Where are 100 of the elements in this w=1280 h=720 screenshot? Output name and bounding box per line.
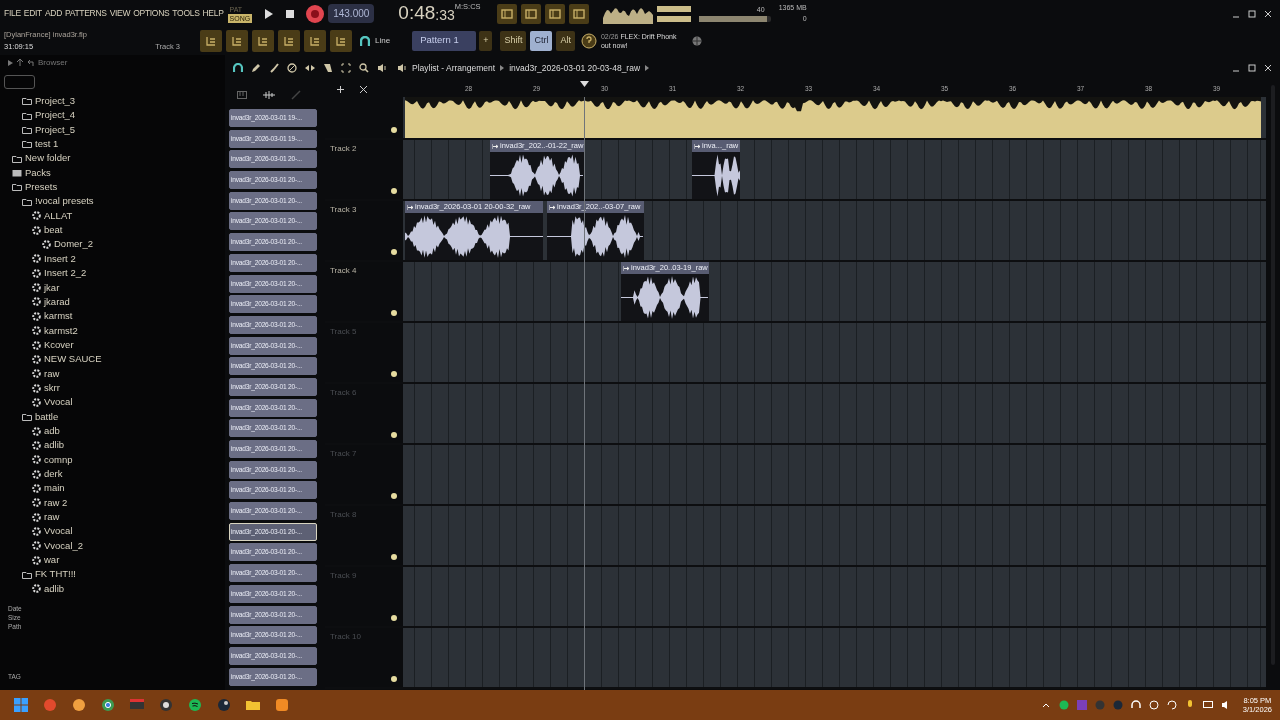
browser-item[interactable]: NEW SAUCE [0, 352, 225, 367]
start-icon[interactable] [14, 698, 28, 712]
menu-item[interactable]: EDIT [23, 7, 42, 20]
pattern-selector[interactable]: Pattern 1 [412, 30, 477, 51]
app-icon[interactable] [159, 698, 173, 712]
track-dot-icon[interactable] [391, 127, 397, 133]
menu-item[interactable]: VIEW [109, 7, 131, 20]
track-lane[interactable] [403, 384, 1266, 443]
close-icon[interactable] [1264, 64, 1272, 72]
toolbar-button[interactable] [544, 3, 565, 24]
toolbar-button[interactable] [226, 29, 248, 52]
browser-item[interactable]: New folder [0, 151, 225, 166]
browser-item[interactable]: adb [0, 423, 225, 439]
arrow-icon[interactable] [8, 59, 13, 66]
search-field[interactable] [4, 75, 35, 89]
menu-item[interactable]: PATTERNS [65, 7, 107, 20]
toolbar-button[interactable] [520, 3, 541, 24]
track-dot-icon[interactable] [391, 554, 397, 560]
pencil-icon[interactable] [251, 63, 261, 73]
browser-item[interactable]: jkar [0, 280, 225, 295]
track-dot-icon[interactable] [391, 432, 397, 438]
track-dot-icon[interactable] [391, 676, 397, 682]
browser-item[interactable]: Project_3 [0, 94, 225, 109]
browser-item[interactable]: Packs [0, 165, 225, 181]
browser-item[interactable]: raw [0, 509, 225, 525]
select-icon[interactable] [341, 63, 351, 73]
zoom-icon[interactable] [359, 63, 369, 73]
snap-mode[interactable]: Line [375, 34, 391, 47]
tray-icon[interactable] [1148, 700, 1159, 710]
toolbar-button[interactable] [496, 3, 517, 24]
browser-item[interactable]: raw 2 [0, 495, 225, 510]
browser-item[interactable]: Vvocal [0, 395, 225, 410]
browser-item[interactable]: jkarad [0, 294, 225, 310]
browser-item[interactable]: Kcover [0, 337, 225, 353]
breadcrumb[interactable]: invad3r_2026-03-01 20-03-48_raw [509, 61, 641, 75]
browser-item[interactable]: Domer_2 [0, 237, 225, 252]
track-dot-icon[interactable] [391, 615, 397, 621]
globe-icon[interactable] [692, 35, 703, 46]
brush-icon[interactable] [269, 63, 279, 73]
browser-item[interactable]: Project_4 [0, 108, 225, 123]
track-dot-icon[interactable] [391, 188, 397, 194]
toolbar-button[interactable] [252, 29, 274, 52]
browser-item[interactable]: FK THT!!! [0, 567, 225, 582]
speaker-icon[interactable] [397, 63, 406, 73]
play-icon[interactable] [264, 8, 275, 19]
browser-item[interactable]: Insert 2 [0, 251, 225, 267]
browser-item[interactable]: Insert 2_2 [0, 266, 225, 281]
browser-item[interactable]: battle [0, 409, 225, 424]
track-lane[interactable] [403, 445, 1266, 504]
browser-item[interactable]: !vocal presets [0, 194, 225, 209]
menu-item[interactable]: TOOLS [172, 7, 200, 20]
browser-item[interactable]: test 1 [0, 137, 225, 152]
restore-icon[interactable] [1248, 9, 1256, 18]
track-lane[interactable] [403, 323, 1266, 382]
browser-item[interactable]: raw [0, 366, 225, 381]
browser-item[interactable]: adlib [0, 581, 225, 597]
browser-item[interactable]: Presets [0, 180, 225, 195]
close-icon[interactable] [1264, 9, 1272, 18]
browser-item[interactable]: Vvocal [0, 524, 225, 539]
browser-item[interactable]: comnp [0, 452, 225, 467]
browser-item[interactable]: skrr [0, 380, 225, 396]
track-lane[interactable] [403, 567, 1266, 626]
browser-item[interactable]: adlib [0, 438, 225, 453]
browser-item[interactable]: main [0, 481, 225, 496]
speaker-icon[interactable] [377, 63, 387, 73]
magnet-icon[interactable] [360, 35, 370, 46]
toolbar-button[interactable] [330, 29, 352, 52]
browser-item[interactable]: karmst [0, 309, 225, 324]
track-dot-icon[interactable] [391, 310, 397, 316]
track-lane[interactable] [403, 506, 1266, 565]
browser-item[interactable]: war [0, 553, 225, 568]
browser-item[interactable]: karmst2 [0, 323, 225, 338]
mute-icon[interactable] [287, 63, 297, 73]
slip-icon[interactable] [305, 63, 315, 73]
menu-item[interactable]: HELP [202, 7, 224, 20]
menu-item[interactable]: FILE [4, 7, 21, 20]
toolbar-button[interactable] [568, 3, 589, 24]
track-lane[interactable] [403, 628, 1266, 687]
modifier-key[interactable]: Shift [500, 30, 527, 51]
tray-icon[interactable] [1130, 700, 1141, 710]
restore-icon[interactable] [1248, 64, 1256, 72]
menu-item[interactable]: OPTIONS [133, 7, 170, 20]
folder-icon[interactable] [246, 698, 260, 712]
back-arrow-icon[interactable] [27, 59, 34, 66]
slice-icon[interactable] [323, 63, 333, 73]
tray-icon[interactable] [1166, 700, 1177, 710]
toolbar-button[interactable] [278, 29, 300, 52]
toolbar-button[interactable] [304, 29, 326, 52]
track-dot-icon[interactable] [391, 249, 397, 255]
browser-item[interactable]: beat [0, 223, 225, 238]
record-button[interactable] [306, 4, 325, 23]
stop-icon[interactable] [286, 9, 295, 18]
browser-item[interactable]: derk [0, 466, 225, 482]
cross-icon[interactable] [360, 85, 367, 93]
magnet-icon[interactable] [233, 63, 243, 73]
modifier-key[interactable]: Ctrl [530, 30, 553, 51]
tray-icon[interactable] [1202, 700, 1213, 710]
app-icon[interactable] [217, 698, 231, 712]
app-icon[interactable] [72, 698, 86, 712]
track-dot-icon[interactable] [391, 493, 397, 499]
